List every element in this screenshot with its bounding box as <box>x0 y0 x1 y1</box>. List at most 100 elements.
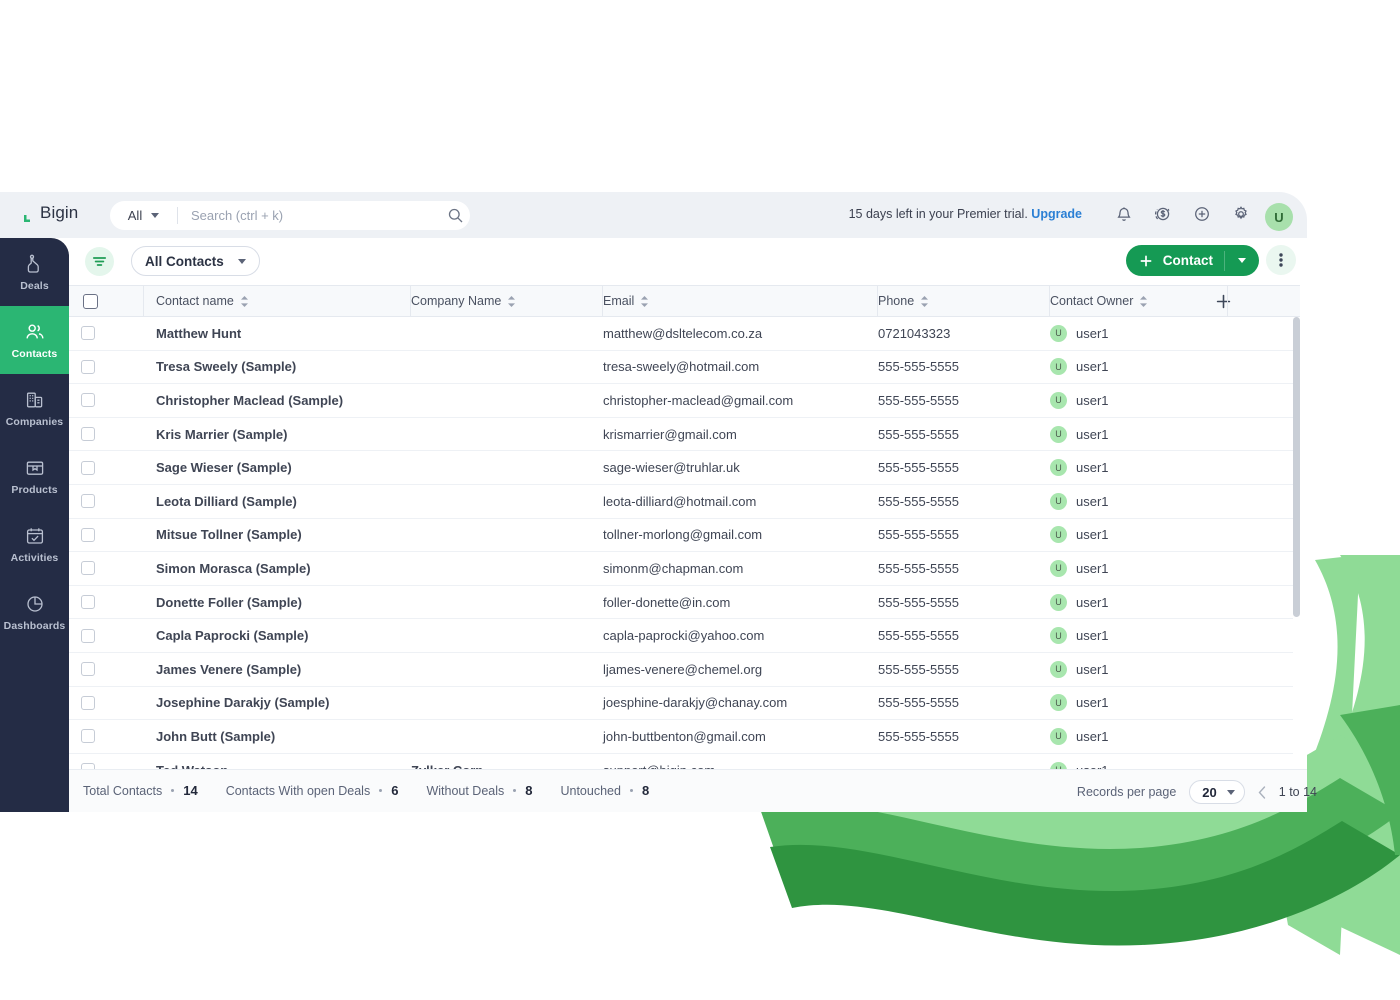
brand-logo[interactable]: Bigin <box>22 203 78 223</box>
sidebar-item-deals[interactable]: Deals <box>0 238 69 306</box>
table-row[interactable]: Matthew Hunt matthew@dsltelecom.co.za 0721… <box>69 316 1300 351</box>
search-scope-select[interactable]: All <box>110 201 177 230</box>
table-row[interactable]: James Venere (Sample) ljames-venere@cheme… <box>69 652 1300 687</box>
bell-icon[interactable] <box>1115 205 1135 225</box>
add-column-header[interactable] <box>1216 285 1300 317</box>
company-name-cell <box>399 585 591 620</box>
table-scrollbar-thumb[interactable] <box>1293 317 1300 617</box>
owner-avatar: U <box>1050 391 1067 409</box>
row-checkbox[interactable] <box>81 393 95 408</box>
row-checkbox[interactable] <box>81 326 95 341</box>
company-name-cell <box>399 350 591 385</box>
column-header-phone[interactable]: Phone <box>866 285 1038 317</box>
phone-cell: 555-555-5555 <box>866 350 1038 385</box>
table-row[interactable]: Donette Foller (Sample) foller-donette@in… <box>69 585 1300 620</box>
sort-icon[interactable] <box>1140 295 1148 307</box>
table-row[interactable]: Capla Paprocki (Sample) capla-paprocki@ya… <box>69 618 1300 653</box>
row-checkbox[interactable] <box>81 460 95 475</box>
column-label: Email <box>603 294 635 308</box>
contact-name-cell[interactable]: Kris Marrier (Sample) <box>144 417 399 452</box>
row-checkbox[interactable] <box>81 695 95 710</box>
contact-name-cell[interactable]: Simon Morasca (Sample) <box>144 551 399 586</box>
row-end-cell <box>1216 686 1300 721</box>
previous-page-button[interactable] <box>1258 785 1266 799</box>
row-checkbox[interactable] <box>81 662 95 677</box>
search-icon[interactable] <box>440 208 470 223</box>
row-checkbox[interactable] <box>81 729 95 744</box>
table-row[interactable]: Sage Wieser (Sample) sage-wieser@truhlar.… <box>69 450 1300 485</box>
table-row[interactable]: Josephine Darakjy (Sample) joesphine-dara… <box>69 686 1300 721</box>
row-checkbox[interactable] <box>81 494 95 509</box>
row-checkbox[interactable] <box>81 561 95 576</box>
table-row[interactable]: Mitsue Tollner (Sample) tollner-morlong@g… <box>69 518 1300 553</box>
contact-name-cell[interactable]: Capla Paprocki (Sample) <box>144 618 399 653</box>
stat-without-deals: Without Deals 8 <box>426 783 532 798</box>
view-selector[interactable]: All Contacts <box>131 246 260 276</box>
owner-name: user1 <box>1076 493 1109 509</box>
owner-name: user1 <box>1076 392 1109 408</box>
contact-name-cell[interactable]: Donette Foller (Sample) <box>144 585 399 620</box>
table-row[interactable]: Tresa Sweely (Sample) tresa-sweely@hotmai… <box>69 350 1300 385</box>
filter-button[interactable] <box>85 247 114 276</box>
sidebar-item-dashboards[interactable]: Dashboards <box>0 578 69 646</box>
sort-icon[interactable] <box>508 295 516 307</box>
sidebar-item-label: Deals <box>20 279 49 292</box>
table-row[interactable]: John Butt (Sample) john-buttbenton@gmail.… <box>69 719 1300 754</box>
sidebar-item-label: Products <box>11 483 58 496</box>
contact-name-cell[interactable]: James Venere (Sample) <box>144 652 399 687</box>
row-checkbox[interactable] <box>81 527 95 542</box>
contact-name-cell[interactable]: Sage Wieser (Sample) <box>144 450 399 485</box>
row-checkbox[interactable] <box>81 359 95 374</box>
row-checkbox[interactable] <box>81 595 95 610</box>
upgrade-link[interactable]: Upgrade <box>1031 207 1082 221</box>
column-label: Company Name <box>411 294 502 308</box>
contact-name-cell[interactable]: Matthew Hunt <box>144 316 399 351</box>
gear-icon[interactable] <box>1232 205 1252 225</box>
sort-icon[interactable] <box>641 295 649 307</box>
add-contact-button[interactable]: Contact <box>1125 245 1259 276</box>
email-cell: christopher-maclead@gmail.com <box>591 383 866 418</box>
records-per-page-select[interactable]: 20 <box>1189 780 1245 804</box>
user-avatar[interactable]: U <box>1265 203 1293 231</box>
contact-name-cell[interactable]: Christopher Maclead (Sample) <box>144 383 399 418</box>
more-options-button[interactable] <box>1266 245 1296 275</box>
sidebar-item-products[interactable]: Products <box>0 442 69 510</box>
column-header-company-name[interactable]: Company Name <box>399 285 591 317</box>
email-cell: john-buttbenton@gmail.com <box>591 719 866 754</box>
table-row[interactable]: Christopher Maclead (Sample) christopher-… <box>69 383 1300 418</box>
dollar-circle-icon[interactable] <box>1154 205 1174 225</box>
column-header-contact-owner[interactable]: Contact Owner <box>1038 285 1216 317</box>
sidebar-item-contacts[interactable]: Contacts <box>0 306 69 374</box>
sidebar-item-companies[interactable]: Companies <box>0 374 69 442</box>
sidebar-item-activities[interactable]: Activities <box>0 510 69 578</box>
owner-name: user1 <box>1076 426 1109 442</box>
owner-name: user1 <box>1076 359 1109 375</box>
row-checkbox[interactable] <box>81 628 95 643</box>
contact-name-cell[interactable]: Mitsue Tollner (Sample) <box>144 518 399 553</box>
sort-icon[interactable] <box>921 295 929 307</box>
select-all-checkbox[interactable] <box>83 293 98 309</box>
table-row[interactable]: Kris Marrier (Sample) krismarrier@gmail.c… <box>69 417 1300 452</box>
plus-circle-icon[interactable] <box>1193 205 1213 225</box>
plus-icon <box>1140 255 1152 267</box>
chevron-down-icon[interactable] <box>1236 258 1253 263</box>
search-input[interactable] <box>178 208 440 223</box>
contact-name-cell[interactable]: Tresa Sweely (Sample) <box>144 350 399 385</box>
owner-name: user1 <box>1076 661 1109 677</box>
table-row[interactable]: Simon Morasca (Sample) simonm@chapman.com… <box>69 551 1300 586</box>
column-header-contact-name[interactable]: Contact name <box>144 285 399 317</box>
sidebar-item-label: Contacts <box>11 347 58 360</box>
row-select-cell <box>69 450 144 485</box>
email-cell: tresa-sweely@hotmail.com <box>591 350 866 385</box>
email-cell: sage-wieser@truhlar.uk <box>591 450 866 485</box>
contact-name-cell[interactable]: Josephine Darakjy (Sample) <box>144 686 399 721</box>
phone-cell: 555-555-5555 <box>866 585 1038 620</box>
column-header-email[interactable]: Email <box>591 285 866 317</box>
row-checkbox[interactable] <box>81 427 95 442</box>
view-selector-label: All Contacts <box>145 253 224 269</box>
table-row[interactable]: Leota Dilliard (Sample) leota-dilliard@ho… <box>69 484 1300 519</box>
sort-icon[interactable] <box>240 295 248 307</box>
plus-icon[interactable] <box>1216 294 1300 309</box>
contact-name-cell[interactable]: John Butt (Sample) <box>144 719 399 754</box>
contact-name-cell[interactable]: Leota Dilliard (Sample) <box>144 484 399 519</box>
